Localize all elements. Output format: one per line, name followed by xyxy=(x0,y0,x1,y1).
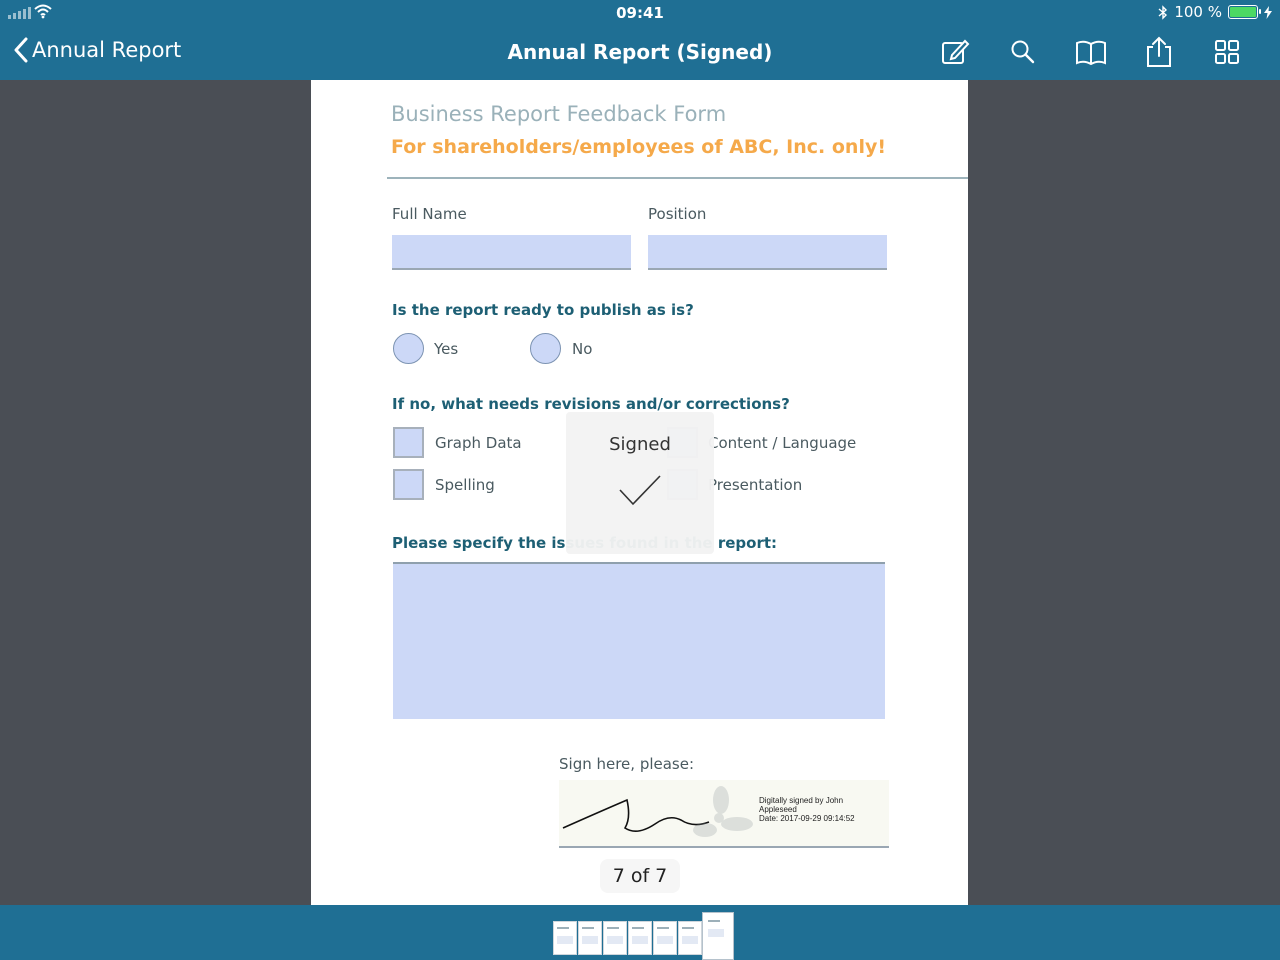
page-thumbnail-7[interactable] xyxy=(702,912,734,960)
grid-icon[interactable] xyxy=(1210,35,1244,69)
page-thumbnail-1[interactable] xyxy=(553,921,577,955)
book-icon[interactable] xyxy=(1074,35,1108,69)
question-revisions: If no, what needs revisions and/or corre… xyxy=(392,395,790,413)
status-time: 09:41 xyxy=(616,4,664,22)
option-label: Content / Language xyxy=(708,434,857,452)
back-button[interactable]: Annual Report xyxy=(14,37,181,63)
signature-line: Digitally signed by John xyxy=(759,796,844,805)
signature-field[interactable]: Digitally signed by John Appleseed Date:… xyxy=(559,780,889,848)
battery-percent: 100 % xyxy=(1174,3,1222,21)
toolbar xyxy=(938,35,1244,69)
back-label: Annual Report xyxy=(32,38,182,62)
page-thumbnail-3[interactable] xyxy=(603,921,627,955)
option-label: Graph Data xyxy=(435,434,522,452)
signed-label: Signed xyxy=(609,434,671,455)
status-bar: 09:41 100 % xyxy=(0,0,1280,26)
bluetooth-icon xyxy=(1158,4,1168,20)
radio-no[interactable] xyxy=(530,333,561,364)
signature-line: Date: 2017-09-29 09:14:52 xyxy=(759,814,855,823)
divider xyxy=(387,177,968,179)
search-icon[interactable] xyxy=(1006,35,1040,69)
signed-overlay: Signed xyxy=(566,412,714,554)
checkbox-graph-data[interactable] xyxy=(393,427,424,458)
form-subtitle: For shareholders/employees of ABC, Inc. … xyxy=(391,136,887,158)
position-field[interactable] xyxy=(648,235,887,270)
option-label: Presentation xyxy=(708,476,803,494)
battery-icon xyxy=(1228,5,1261,19)
radio-no-label: No xyxy=(572,340,593,358)
page-thumbnail-4[interactable] xyxy=(628,921,652,955)
issues-textarea[interactable] xyxy=(393,562,885,719)
signature-line: Appleseed xyxy=(759,805,797,814)
charging-icon xyxy=(1264,5,1272,19)
form-title: Business Report Feedback Form xyxy=(391,102,727,126)
sign-label: Sign here, please: xyxy=(559,755,695,773)
digital-signature-info: Digitally signed by John Appleseed Date:… xyxy=(759,796,855,823)
question-publish: Is the report ready to publish as is? xyxy=(392,301,694,319)
page-thumbnails xyxy=(553,912,734,960)
page-indicator: 7 of 7 xyxy=(600,859,680,893)
position-label: Position xyxy=(648,205,707,223)
full-name-field[interactable] xyxy=(392,235,631,270)
page-thumbnail-5[interactable] xyxy=(653,921,677,955)
status-right: 100 % xyxy=(1158,3,1272,21)
navigation-bar: Annual Report Annual Report (Signed) xyxy=(0,26,1280,80)
option-label: Spelling xyxy=(435,476,495,494)
radio-yes[interactable] xyxy=(393,333,424,364)
page-thumbnail-6[interactable] xyxy=(678,921,702,955)
share-icon[interactable] xyxy=(1142,35,1176,69)
full-name-label: Full Name xyxy=(392,205,467,223)
top-bar: 09:41 100 % Annual Report Annual Report … xyxy=(0,0,1280,80)
radio-yes-label: Yes xyxy=(434,340,459,358)
signature-stroke xyxy=(562,786,753,837)
page-thumbnail-2[interactable] xyxy=(578,921,602,955)
checkbox-spelling[interactable] xyxy=(393,469,424,500)
checkmark-icon xyxy=(619,475,661,506)
edit-icon[interactable] xyxy=(938,35,972,69)
chevron-left-icon xyxy=(14,37,28,63)
bottom-bar xyxy=(0,905,1280,960)
